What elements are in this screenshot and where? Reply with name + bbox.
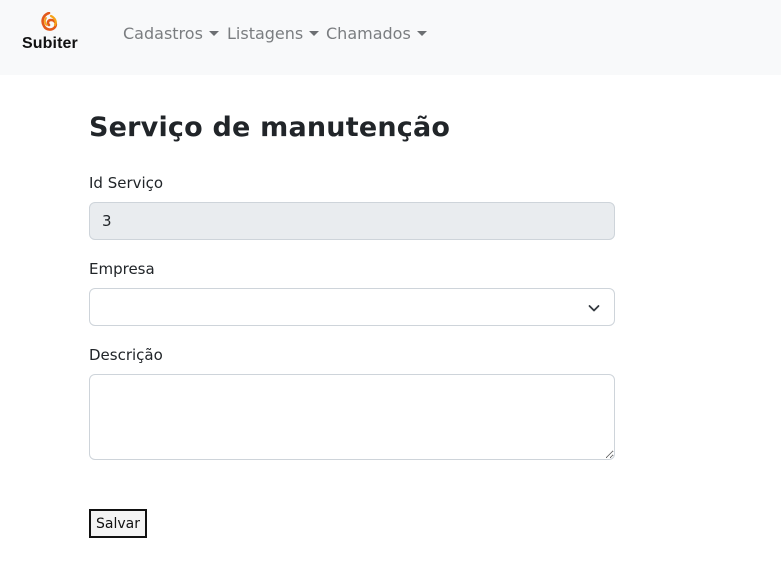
descricao-label: Descrição [89, 346, 163, 364]
brand-logo[interactable]: Subiter [18, 12, 80, 58]
nav-cadastros-label: Cadastros [123, 24, 203, 43]
brand-name: Subiter [22, 35, 78, 52]
save-button[interactable]: Salvar [89, 509, 147, 538]
descricao-textarea[interactable] [89, 374, 615, 460]
id-servico-label: Id Serviço [89, 174, 164, 192]
caret-down-icon [309, 31, 320, 36]
flame-swirl-icon [41, 12, 58, 31]
empresa-select[interactable] [89, 288, 615, 326]
nav-listagens-label: Listagens [227, 24, 304, 43]
chevron-down-icon [588, 305, 600, 312]
caret-down-icon [416, 31, 427, 36]
nav-cadastros-dropdown[interactable]: Cadastros [123, 24, 219, 48]
nav-listagens-dropdown[interactable]: Listagens [227, 24, 320, 48]
page-title: Serviço de manutenção [89, 112, 451, 143]
caret-down-icon [208, 31, 219, 36]
nav-chamados-label: Chamados [326, 24, 411, 43]
id-servico-field[interactable] [89, 202, 615, 240]
empresa-label: Empresa [89, 260, 155, 278]
nav-chamados-dropdown[interactable]: Chamados [326, 24, 427, 48]
navbar: Subiter Cadastros Listagens Chamados [0, 0, 781, 75]
